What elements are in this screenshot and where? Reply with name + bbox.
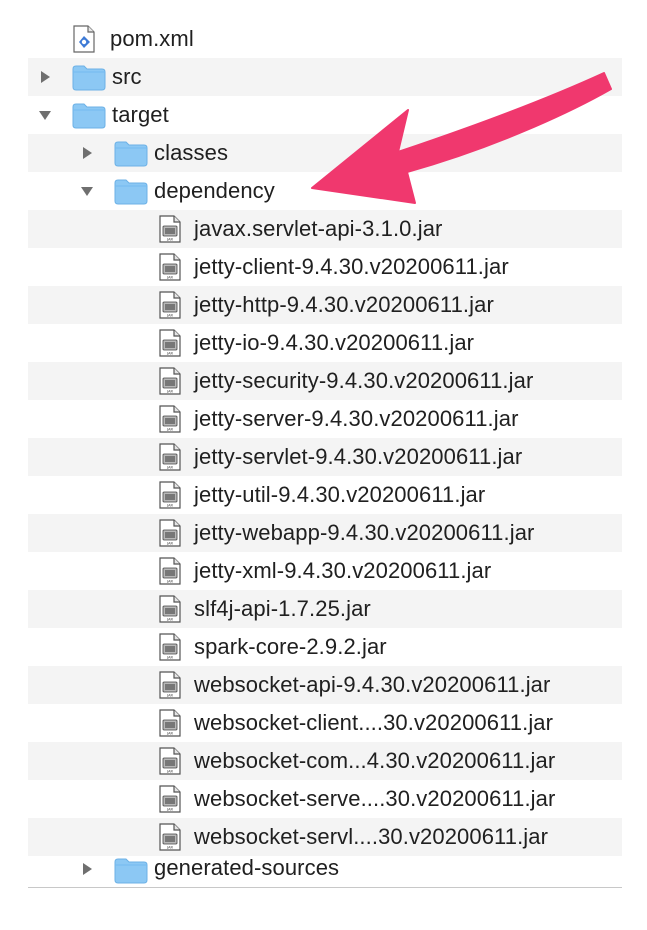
item-label: jetty-server-9.4.30.v20200611.jar [194, 406, 519, 431]
item-label: classes [154, 140, 229, 165]
item-label: jetty-servlet-9.4.30.v20200611.jar [194, 444, 523, 469]
file-row[interactable]: JAR javax.servlet-api-3.1.0.jar [28, 210, 622, 248]
svg-text:JAR: JAR [166, 693, 173, 697]
jar-file-icon: JAR [158, 215, 182, 243]
item-label: src [112, 64, 142, 89]
jar-file-icon: JAR [158, 785, 182, 813]
disclosure-expanded-icon[interactable] [36, 106, 54, 124]
jar-file-icon: JAR [158, 291, 182, 319]
item-label: jetty-client-9.4.30.v20200611.jar [194, 254, 509, 279]
item-label: websocket-serve....30.v20200611.jar [194, 786, 556, 811]
file-row[interactable]: JAR jetty-server-9.4.30.v20200611.jar [28, 400, 622, 438]
svg-text:JAR: JAR [166, 731, 173, 735]
item-label: jetty-util-9.4.30.v20200611.jar [194, 482, 486, 507]
file-row[interactable]: JAR jetty-http-9.4.30.v20200611.jar [28, 286, 622, 324]
folder-icon [72, 63, 106, 91]
folder-row[interactable]: target [28, 96, 622, 134]
item-label: websocket-client....30.v20200611.jar [194, 710, 554, 735]
item-label: pom.xml [110, 26, 194, 51]
item-label: websocket-servl....30.v20200611.jar [194, 824, 549, 849]
file-row[interactable]: JAR websocket-servl....30.v20200611.jar [28, 818, 622, 856]
jar-file-icon: JAR [158, 405, 182, 433]
item-label: spark-core-2.9.2.jar [194, 634, 387, 659]
file-row[interactable]: JAR websocket-api-9.4.30.v20200611.jar [28, 666, 622, 704]
item-label: websocket-com...4.30.v20200611.jar [194, 748, 556, 773]
jar-file-icon: JAR [158, 557, 182, 585]
finder-window: pom.xml src target classes dependency JAR java… [0, 0, 647, 930]
folder-row[interactable]: src [28, 58, 622, 96]
folder-icon [114, 856, 148, 884]
jar-file-icon: JAR [158, 481, 182, 509]
jar-file-icon: JAR [158, 823, 182, 851]
item-label: target [112, 102, 169, 127]
file-row[interactable]: JAR jetty-client-9.4.30.v20200611.jar [28, 248, 622, 286]
svg-text:JAR: JAR [166, 503, 173, 507]
svg-text:JAR: JAR [166, 351, 173, 355]
file-row[interactable]: JAR slf4j-api-1.7.25.jar [28, 590, 622, 628]
jar-file-icon: JAR [158, 709, 182, 737]
svg-text:JAR: JAR [166, 579, 173, 583]
file-row[interactable]: JAR websocket-serve....30.v20200611.jar [28, 780, 622, 818]
list-divider [28, 887, 622, 888]
jar-file-icon: JAR [158, 443, 182, 471]
jar-file-icon: JAR [158, 253, 182, 281]
svg-text:JAR: JAR [166, 275, 173, 279]
item-label: jetty-security-9.4.30.v20200611.jar [194, 368, 534, 393]
file-row[interactable]: JAR jetty-xml-9.4.30.v20200611.jar [28, 552, 622, 590]
disclosure-collapsed-icon[interactable] [36, 68, 54, 86]
svg-text:JAR: JAR [166, 237, 173, 241]
file-row[interactable]: JAR jetty-security-9.4.30.v20200611.jar [28, 362, 622, 400]
xml-file-icon [72, 25, 96, 53]
file-row[interactable]: JAR jetty-util-9.4.30.v20200611.jar [28, 476, 622, 514]
folder-row[interactable]: classes [28, 134, 622, 172]
folder-row[interactable]: dependency [28, 172, 622, 210]
file-row[interactable]: JAR jetty-io-9.4.30.v20200611.jar [28, 324, 622, 362]
svg-text:JAR: JAR [166, 465, 173, 469]
folder-row[interactable]: generated-sources [28, 855, 622, 884]
file-row[interactable]: JAR spark-core-2.9.2.jar [28, 628, 622, 666]
jar-file-icon: JAR [158, 671, 182, 699]
disclosure-expanded-icon[interactable] [78, 182, 96, 200]
item-label: websocket-api-9.4.30.v20200611.jar [194, 672, 551, 697]
item-label: jetty-http-9.4.30.v20200611.jar [194, 292, 494, 317]
jar-file-icon: JAR [158, 747, 182, 775]
item-label: jetty-webapp-9.4.30.v20200611.jar [194, 520, 535, 545]
file-row[interactable]: pom.xml [28, 20, 622, 58]
svg-text:JAR: JAR [166, 845, 173, 849]
svg-text:JAR: JAR [166, 807, 173, 811]
folder-icon [114, 177, 148, 205]
file-row[interactable]: JAR jetty-servlet-9.4.30.v20200611.jar [28, 438, 622, 476]
svg-text:JAR: JAR [166, 655, 173, 659]
jar-file-icon: JAR [158, 329, 182, 357]
svg-text:JAR: JAR [166, 313, 173, 317]
item-label: javax.servlet-api-3.1.0.jar [194, 216, 443, 241]
file-row[interactable]: JAR jetty-webapp-9.4.30.v20200611.jar [28, 514, 622, 552]
file-row[interactable]: JAR websocket-client....30.v20200611.jar [28, 704, 622, 742]
svg-text:JAR: JAR [166, 617, 173, 621]
item-label: generated-sources [154, 855, 340, 880]
jar-file-icon: JAR [158, 595, 182, 623]
item-label: jetty-xml-9.4.30.v20200611.jar [194, 558, 492, 583]
svg-text:JAR: JAR [166, 389, 173, 393]
svg-text:JAR: JAR [166, 769, 173, 773]
svg-text:JAR: JAR [166, 427, 173, 431]
item-label: slf4j-api-1.7.25.jar [194, 596, 371, 621]
jar-file-icon: JAR [158, 519, 182, 547]
jar-file-icon: JAR [158, 367, 182, 395]
item-label: dependency [154, 178, 275, 203]
folder-icon [72, 101, 106, 129]
folder-icon [114, 139, 148, 167]
file-tree: pom.xml src target classes dependency JAR java… [28, 20, 622, 888]
disclosure-collapsed-icon[interactable] [78, 144, 96, 162]
jar-file-icon: JAR [158, 633, 182, 661]
svg-text:JAR: JAR [166, 541, 173, 545]
item-label: jetty-io-9.4.30.v20200611.jar [194, 330, 475, 355]
disclosure-collapsed-icon[interactable] [78, 860, 96, 878]
file-row[interactable]: JAR websocket-com...4.30.v20200611.jar [28, 742, 622, 780]
